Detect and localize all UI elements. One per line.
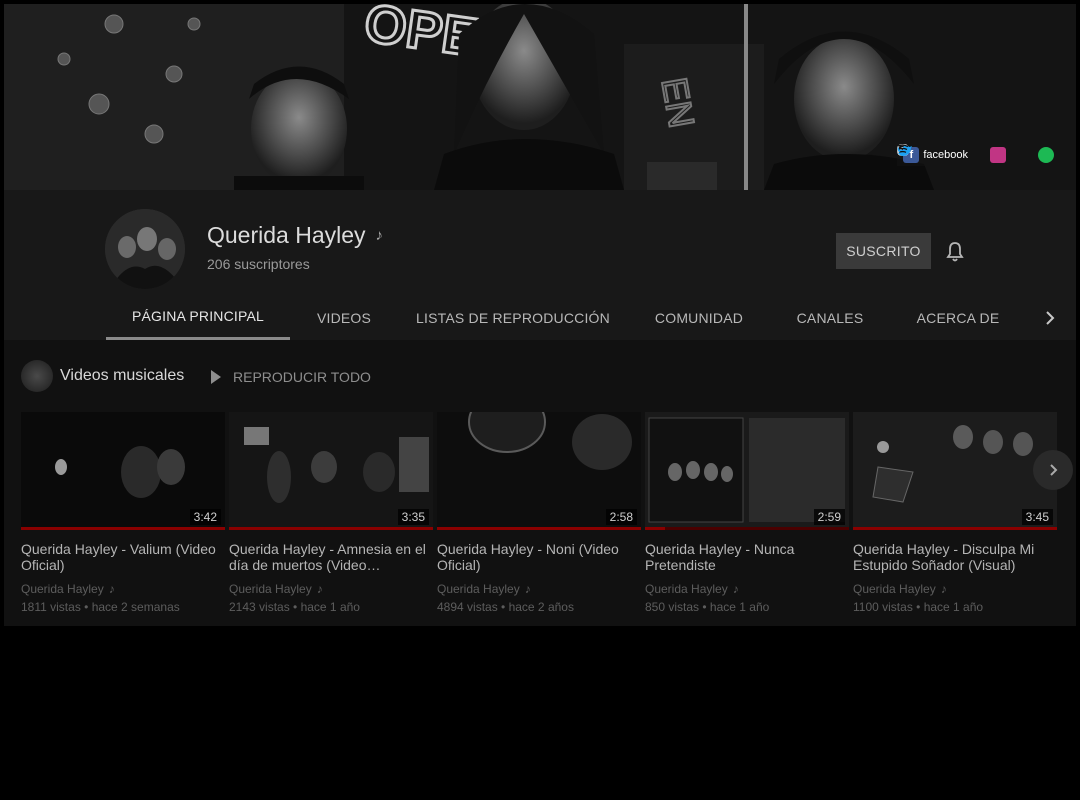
video-channel-name: Querida Hayley (21, 582, 104, 596)
video-views: 1811 vistas (21, 600, 81, 614)
spotify-icon (898, 144, 1054, 163)
twitter-icon (898, 145, 1030, 163)
video-title[interactable]: Querida Hayley - Disculpa Mi Estupido So… (853, 541, 1057, 573)
shelf-header: Videos musicales (21, 360, 184, 392)
video-views: 2143 vistas (229, 600, 290, 614)
channel-title: Querida Hayley (207, 222, 366, 248)
spotify-link[interactable] (898, 144, 1054, 163)
facebook-label: facebook (923, 149, 968, 161)
music-note-icon: ♪ (940, 582, 947, 596)
music-note-icon: ♪ (316, 582, 323, 596)
subscribed-button[interactable]: SUSCRITO (836, 233, 931, 269)
watch-progress (853, 527, 1057, 530)
channel-name: Querida Hayley ♪ (207, 222, 383, 249)
video-channel[interactable]: Querida Hayley ♪ (853, 582, 1057, 596)
shelf-avatar[interactable] (21, 360, 53, 392)
video-views: 1100 vistas (853, 600, 913, 614)
channel-tabs: PÁGINA PRINCIPAL VIDEOS LISTAS DE REPROD… (106, 295, 1026, 340)
video-age: hace 1 año (300, 600, 360, 614)
video-channel-name: Querida Hayley (437, 582, 520, 596)
video-channel[interactable]: Querida Hayley ♪ (229, 582, 433, 596)
watch-progress-fill (853, 527, 1057, 530)
video-list: 3:42 Querida Hayley - Valium (Video Ofic… (21, 412, 1057, 614)
watch-progress (437, 527, 641, 530)
watch-progress (21, 527, 225, 530)
tab-videos[interactable]: VIDEOS (290, 295, 398, 340)
video-channel-name: Querida Hayley (645, 582, 728, 596)
video-thumbnail[interactable]: 3:42 (21, 412, 225, 530)
video-meta: 1100 vistas • hace 1 año (853, 600, 984, 614)
video-thumbnail[interactable]: 2:59 (645, 412, 849, 530)
chevron-right-icon (1050, 464, 1058, 476)
subscriber-count: 206 suscriptores (207, 256, 310, 272)
tab-home[interactable]: PÁGINA PRINCIPAL (106, 295, 290, 340)
avatar-photo (105, 209, 185, 289)
channel-page: OPEN EN f facebook Querida Hayley ♪ 206 … (4, 4, 1076, 626)
music-note-icon: ♪ (108, 582, 115, 596)
video-card[interactable]: 2:58 Querida Hayley - Noni (Video Oficia… (437, 412, 641, 614)
video-channel-name: Querida Hayley (853, 582, 936, 596)
watch-progress-fill (21, 527, 225, 530)
video-card[interactable]: 2:59 Querida Hayley - Nunca Pretendiste … (645, 412, 849, 614)
music-videos-shelf: Videos musicales REPRODUCIR TODO 3:42 Qu… (4, 340, 1076, 626)
video-title[interactable]: Querida Hayley - Noni (Video Oficial) (437, 541, 641, 573)
tab-community[interactable]: COMUNIDAD (628, 295, 770, 340)
tab-channels[interactable]: CANALES (770, 295, 890, 340)
video-thumbnail[interactable]: 3:35 (229, 412, 433, 530)
video-age: hace 1 año (709, 600, 770, 614)
video-channel[interactable]: Querida Hayley ♪ (21, 582, 225, 596)
channel-header: Querida Hayley ♪ 206 suscriptores SUSCRI… (4, 190, 1076, 340)
video-views: 4894 vistas (437, 600, 498, 614)
video-duration: 3:45 (1021, 509, 1053, 525)
video-channel[interactable]: Querida Hayley ♪ (437, 582, 641, 596)
video-duration: 2:59 (813, 509, 845, 525)
video-card[interactable]: 3:45 Querida Hayley - Disculpa Mi Estupi… (853, 412, 1057, 614)
video-duration: 3:42 (189, 509, 221, 525)
video-meta: 1811 vistas • hace 2 semanas (21, 600, 180, 614)
video-thumbnail[interactable]: 2:58 (437, 412, 641, 530)
video-meta: 2143 vistas • hace 1 año (229, 600, 360, 614)
instagram-icon (897, 144, 1006, 163)
channel-avatar[interactable] (105, 209, 185, 289)
video-meta: 850 vistas • hace 1 año (645, 600, 770, 614)
music-note-icon: ♪ (732, 582, 739, 596)
video-views: 850 vistas (645, 600, 700, 614)
social-links: f facebook (897, 144, 1060, 166)
video-age: hace 2 semanas (91, 600, 180, 614)
shelf-title[interactable]: Videos musicales (60, 367, 184, 385)
video-card[interactable]: 3:35 Querida Hayley - Amnesia en el día … (229, 412, 433, 614)
play-all-button[interactable]: REPRODUCIR TODO (211, 369, 371, 385)
play-icon (211, 370, 221, 384)
video-meta: 4894 vistas • hace 2 años (437, 600, 574, 614)
watch-progress (645, 527, 849, 530)
video-duration: 3:35 (397, 509, 429, 525)
chevron-right-icon[interactable] (1040, 308, 1060, 328)
svg-text:EN: EN (654, 74, 703, 130)
music-note-icon: ♪ (375, 227, 384, 244)
video-title[interactable]: Querida Hayley - Valium (Video Oficial) (21, 541, 225, 573)
tab-about[interactable]: ACERCA DE (890, 295, 1026, 340)
video-age: hace 1 año (923, 600, 984, 614)
video-channel[interactable]: Querida Hayley ♪ (645, 582, 849, 596)
video-duration: 2:58 (605, 509, 637, 525)
video-card[interactable]: 3:42 Querida Hayley - Valium (Video Ofic… (21, 412, 225, 614)
play-all-label: REPRODUCIR TODO (233, 369, 371, 385)
channel-banner: OPEN EN f facebook (4, 4, 1076, 190)
watch-progress-fill (645, 527, 666, 530)
watch-progress-fill (229, 527, 433, 530)
video-age: hace 2 años (508, 600, 574, 614)
tab-playlists[interactable]: LISTAS DE REPRODUCCIÓN (398, 295, 628, 340)
watch-progress-fill (437, 527, 641, 530)
bell-icon[interactable] (943, 240, 967, 264)
watch-progress (229, 527, 433, 530)
twitter-link[interactable] (898, 145, 1030, 163)
video-title[interactable]: Querida Hayley - Nunca Pretendiste (645, 541, 849, 573)
instagram-link[interactable] (897, 144, 1006, 163)
video-channel-name: Querida Hayley (229, 582, 312, 596)
shelf-next-button[interactable] (1033, 450, 1073, 490)
video-title[interactable]: Querida Hayley - Amnesia en el día de mu… (229, 541, 433, 573)
music-note-icon: ♪ (524, 582, 531, 596)
video-thumbnail[interactable]: 3:45 (853, 412, 1057, 530)
